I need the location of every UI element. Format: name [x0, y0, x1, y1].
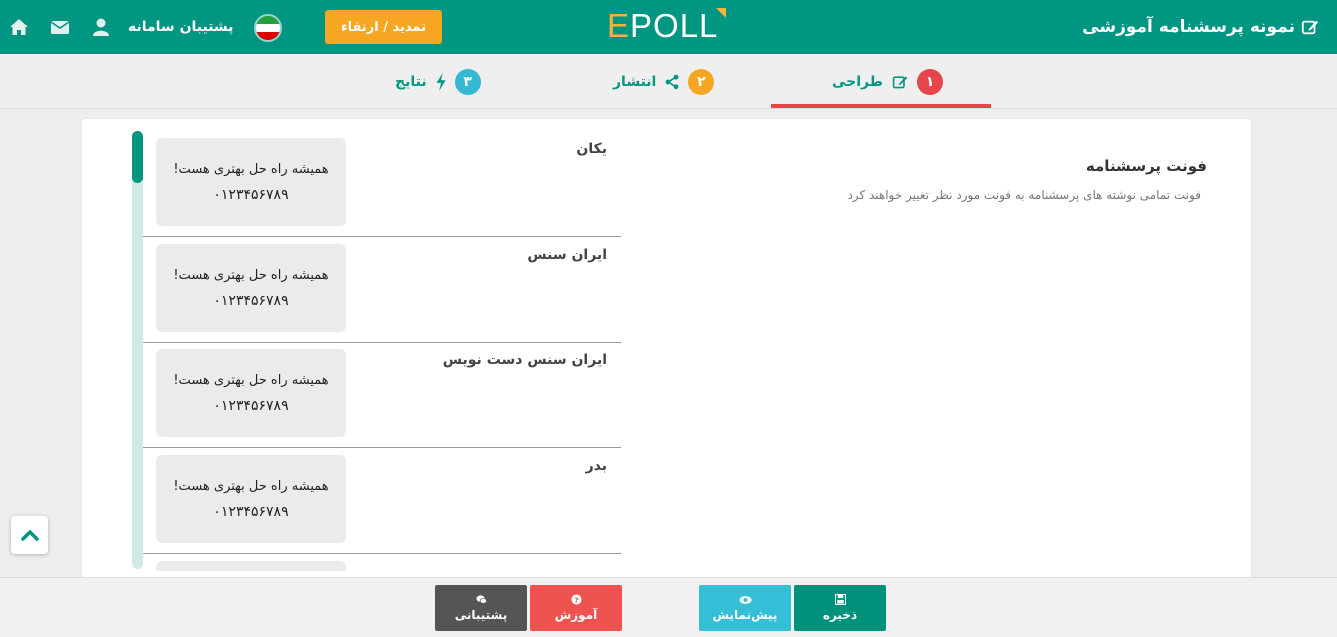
- settings-card: فونت پرسشنامه فونت تمامی نوشته های پرسشن…: [82, 119, 1251, 579]
- top-bar: نمونه پرسشنامه آموزشی E POLL تمدید / ارت…: [0, 0, 1337, 54]
- tab-publish-label: انتشار: [613, 73, 657, 90]
- font-option[interactable]: [143, 554, 621, 571]
- upgrade-button[interactable]: تمدید / ارتقاء: [325, 10, 442, 44]
- font-sample-text: همیشه راه حل بهتری هست!: [173, 478, 329, 494]
- edit-icon: [892, 75, 908, 88]
- share-icon: [665, 74, 679, 89]
- flag-icon[interactable]: [254, 14, 282, 42]
- mail-icon[interactable]: [50, 17, 70, 37]
- edit-icon: [1301, 20, 1319, 35]
- floppy-disk-icon: [834, 594, 846, 605]
- tab-results-label: نتایج: [395, 73, 427, 90]
- font-option[interactable]: بدر همیشه راه حل بهتری هست! ۰۱۲۳۴۵۶۷۸۹: [143, 448, 621, 554]
- chevron-up-icon: [20, 530, 39, 541]
- save-button-label: ذخیره: [822, 608, 858, 622]
- font-option[interactable]: ایران سنس همیشه راه حل بهتری هست! ۰۱۲۳۴۵…: [143, 237, 621, 343]
- home-icon[interactable]: [9, 17, 29, 37]
- preview-button[interactable]: پیش‌نمایش: [699, 585, 791, 631]
- font-sample: همیشه راه حل بهتری هست! ۰۱۲۳۴۵۶۷۸۹: [156, 349, 346, 437]
- user-icon[interactable]: [91, 17, 111, 37]
- epoll-logo: E POLL: [607, 7, 727, 44]
- font-option-name: ایران سنس: [527, 247, 607, 263]
- font-option[interactable]: ایران سنس دست نویس همیشه راه حل بهتری هس…: [143, 342, 621, 448]
- font-sample: همیشه راه حل بهتری هست! ۰۱۲۳۴۵۶۷۸۹: [156, 455, 346, 543]
- page-title-text: نمونه پرسشنامه آموزشی: [1082, 17, 1295, 37]
- font-option-name: بدر: [585, 458, 607, 474]
- tab-results-number: ۳: [454, 68, 481, 95]
- support-button-label: پشتیبانی: [454, 608, 508, 622]
- tab-design-label: طراحی: [832, 73, 883, 90]
- font-sample-text: همیشه راه حل بهتری هست!: [173, 161, 329, 177]
- font-sample: همیشه راه حل بهتری هست! ۰۱۲۳۴۵۶۷۸۹: [156, 244, 346, 332]
- tab-results[interactable]: ۳ نتایج: [395, 54, 481, 109]
- tutorial-button[interactable]: ? آموزش: [530, 585, 622, 631]
- step-tabs: ۱ طراحی ۲ انتشار ۳ نتایج: [0, 54, 1337, 109]
- font-option-name: یکان: [576, 141, 607, 157]
- font-sample-digits: ۰۱۲۳۴۵۶۷۸۹: [213, 186, 289, 203]
- font-list: یکان همیشه راه حل بهتری هست! ۰۱۲۳۴۵۶۷۸۹ …: [143, 131, 621, 571]
- tab-publish[interactable]: ۲ انتشار: [613, 54, 715, 109]
- font-option[interactable]: یکان همیشه راه حل بهتری هست! ۰۱۲۳۴۵۶۷۸۹: [143, 131, 621, 237]
- logo-letter-e: E: [607, 7, 631, 44]
- active-tab-indicator: [771, 104, 991, 108]
- font-list-scrollbar[interactable]: [132, 131, 143, 569]
- eye-icon: [738, 595, 752, 604]
- scroll-to-top-button[interactable]: [11, 516, 48, 554]
- setting-description: فونت تمامی نوشته های پرسشنامه به فونت مو…: [847, 188, 1201, 202]
- tutorial-button-label: آموزش: [554, 608, 598, 622]
- save-button[interactable]: ذخیره: [794, 585, 886, 631]
- font-sample-text: همیشه راه حل بهتری هست!: [173, 267, 329, 283]
- bottom-action-bar: [0, 577, 1337, 637]
- setting-title: فونت پرسشنامه: [1085, 157, 1207, 175]
- tab-design[interactable]: ۱ طراحی: [832, 54, 943, 109]
- support-button[interactable]: پشتیبانی: [435, 585, 527, 631]
- question-circle-icon: ?: [570, 594, 582, 605]
- font-sample: [156, 561, 346, 571]
- font-sample-digits: ۰۱۲۳۴۵۶۷۸۹: [213, 292, 289, 309]
- font-list-scroll-thumb[interactable]: [132, 131, 143, 183]
- font-option-name: ایران سنس دست نویس: [442, 352, 607, 368]
- comments-icon: [475, 595, 487, 604]
- bolt-icon: [436, 72, 446, 91]
- logo-text: POLL: [630, 7, 719, 44]
- logo-corner: [716, 8, 727, 18]
- page-title: نمونه پرسشنامه آموزشی: [1082, 0, 1319, 54]
- font-sample: همیشه راه حل بهتری هست! ۰۱۲۳۴۵۶۷۸۹: [156, 138, 346, 226]
- font-sample-text: همیشه راه حل بهتری هست!: [173, 372, 329, 388]
- system-support-link[interactable]: پشتیبان سامانه: [128, 0, 233, 54]
- tab-design-number: ۱: [916, 68, 943, 95]
- tab-publish-number: ۲: [688, 68, 715, 95]
- svg-text:?: ?: [574, 595, 578, 604]
- preview-button-label: پیش‌نمایش: [712, 607, 778, 622]
- font-sample-digits: ۰۱۲۳۴۵۶۷۸۹: [213, 503, 289, 520]
- font-sample-digits: ۰۱۲۳۴۵۶۷۸۹: [213, 397, 289, 414]
